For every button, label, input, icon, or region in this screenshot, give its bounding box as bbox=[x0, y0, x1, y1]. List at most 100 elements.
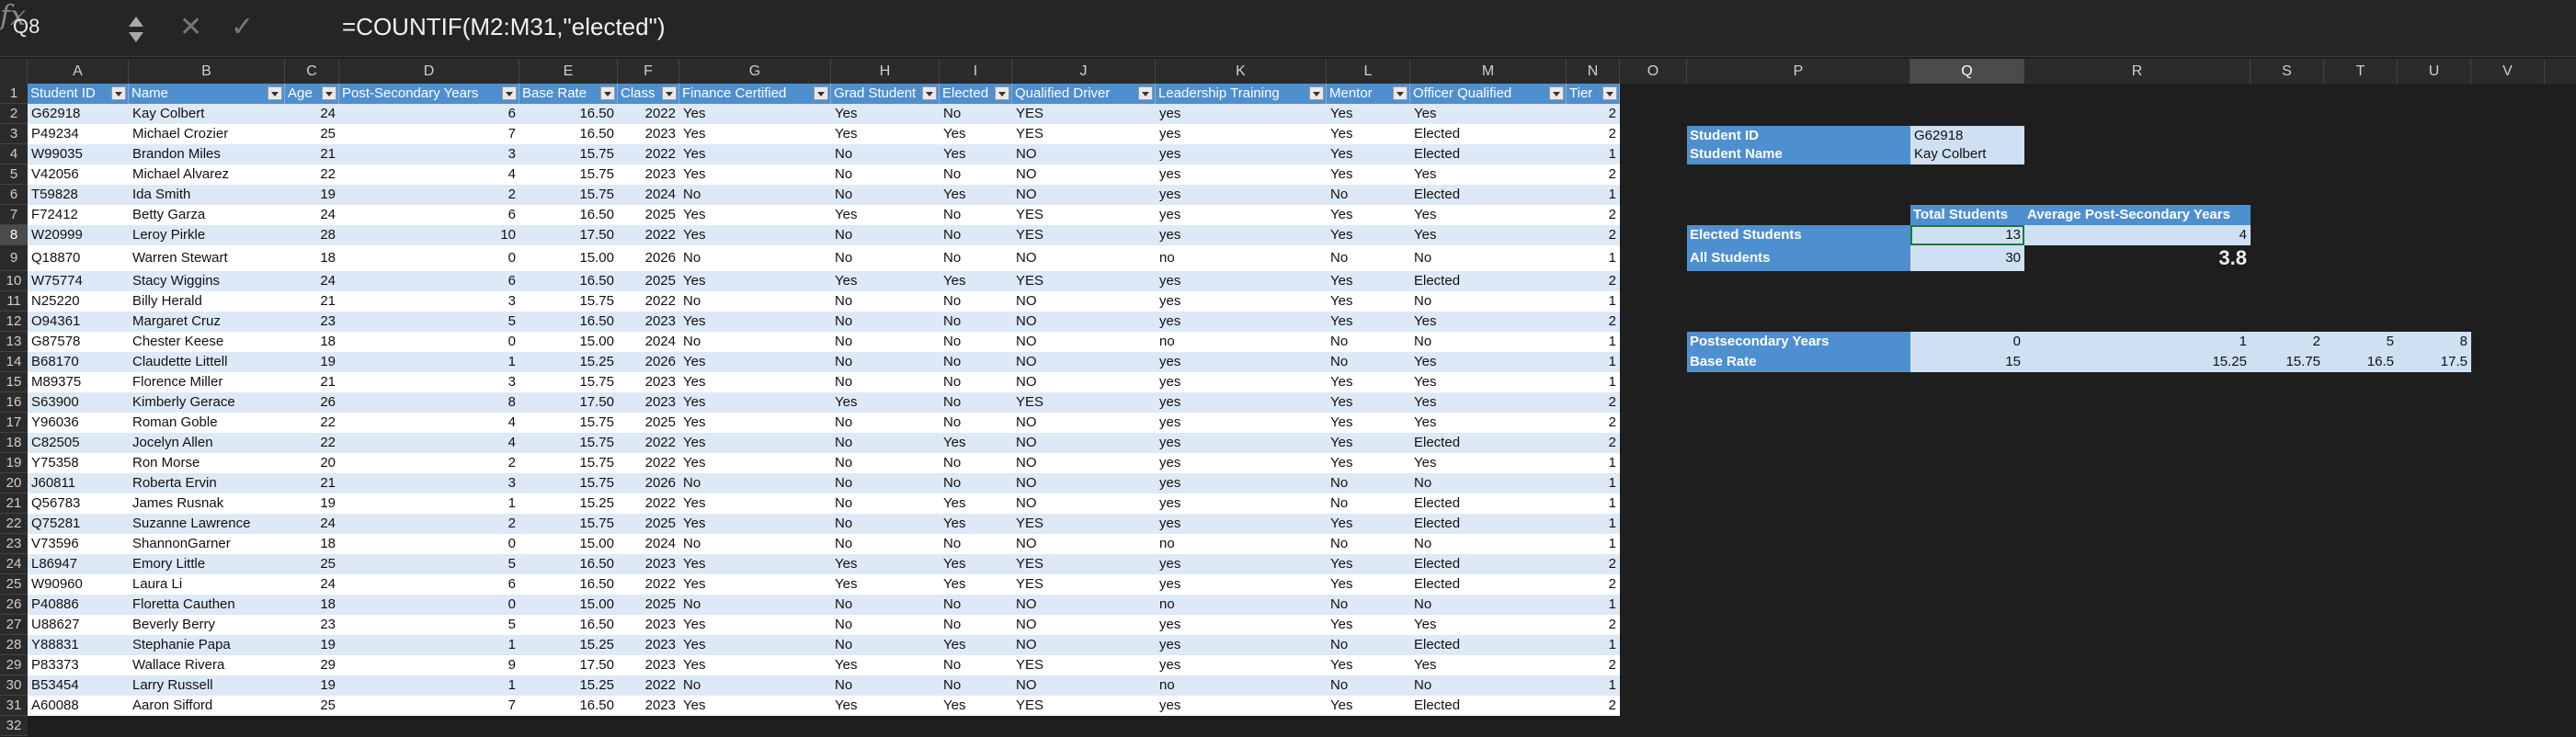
table-cell[interactable]: Margaret Cruz bbox=[129, 312, 285, 332]
table-cell[interactable]: 15.00 bbox=[519, 595, 618, 615]
table-cell[interactable]: 5 bbox=[339, 554, 519, 574]
table-cell[interactable]: 2026 bbox=[618, 352, 679, 372]
table-cell[interactable]: No bbox=[940, 312, 1012, 332]
filter-dropdown-icon[interactable] bbox=[1549, 86, 1564, 100]
table-cell[interactable]: yes bbox=[1156, 473, 1327, 493]
table-cell[interactable]: No bbox=[940, 352, 1012, 372]
table-cell[interactable]: No bbox=[831, 413, 940, 433]
table-cell[interactable]: 22 bbox=[285, 433, 339, 453]
cancel-icon[interactable]: ✕ bbox=[179, 11, 202, 43]
table-cell[interactable]: 1 bbox=[1567, 473, 1620, 493]
table-cell[interactable]: 21 bbox=[285, 144, 339, 164]
row-header-31[interactable]: 31 bbox=[0, 696, 28, 716]
table-cell[interactable]: W20999 bbox=[28, 225, 129, 245]
table-cell[interactable]: yes bbox=[1156, 271, 1327, 291]
table-cell[interactable]: Betty Garza bbox=[129, 205, 285, 225]
table-cell[interactable]: 2023 bbox=[618, 635, 679, 655]
table-cell[interactable]: W90960 bbox=[28, 574, 129, 595]
rate-table-years-cell[interactable]: 5 bbox=[2324, 332, 2398, 352]
table-header-cell[interactable]: Base Rate bbox=[519, 84, 618, 104]
table-cell[interactable]: NO bbox=[1012, 635, 1156, 655]
check-icon[interactable]: ✓ bbox=[231, 11, 254, 43]
table-cell[interactable]: 2 bbox=[1567, 312, 1620, 332]
table-cell[interactable]: 2025 bbox=[618, 413, 679, 433]
table-cell[interactable]: Y75358 bbox=[28, 453, 129, 473]
table-header-cell[interactable]: Mentor bbox=[1327, 84, 1410, 104]
table-cell[interactable]: Yes bbox=[1327, 514, 1410, 534]
table-cell[interactable]: NO bbox=[1012, 675, 1156, 696]
row-header-9[interactable]: 9 bbox=[0, 245, 28, 271]
table-cell[interactable]: Roberta Ervin bbox=[129, 473, 285, 493]
table-cell[interactable]: Yes bbox=[1327, 392, 1410, 413]
column-header-c[interactable]: C bbox=[285, 59, 339, 84]
table-cell[interactable]: NO bbox=[1012, 291, 1156, 312]
table-cell[interactable]: V42056 bbox=[28, 164, 129, 185]
column-header-q[interactable]: Q bbox=[1910, 59, 2024, 84]
table-cell[interactable]: yes bbox=[1156, 696, 1327, 716]
table-cell[interactable]: P49234 bbox=[28, 124, 129, 144]
table-cell[interactable]: 15.00 bbox=[519, 534, 618, 554]
table-cell[interactable]: No bbox=[1327, 185, 1410, 205]
filter-dropdown-icon[interactable] bbox=[268, 86, 282, 100]
student-id-value[interactable]: G62918 bbox=[1910, 126, 2024, 146]
table-cell[interactable]: YES bbox=[1012, 124, 1156, 144]
table-cell[interactable]: Yes bbox=[1410, 312, 1567, 332]
table-cell[interactable]: 2 bbox=[1567, 124, 1620, 144]
table-cell[interactable]: 2023 bbox=[618, 392, 679, 413]
table-header-cell[interactable]: Finance Certified bbox=[679, 84, 831, 104]
table-cell[interactable]: 2 bbox=[1567, 104, 1620, 124]
name-box[interactable]: Q8 bbox=[13, 15, 40, 39]
table-header-cell[interactable]: Age bbox=[285, 84, 339, 104]
table-cell[interactable]: 1 bbox=[1567, 245, 1620, 271]
table-cell[interactable]: No bbox=[1327, 534, 1410, 554]
table-cell[interactable]: 1 bbox=[1567, 595, 1620, 615]
table-cell[interactable]: No bbox=[940, 534, 1012, 554]
table-cell[interactable]: 24 bbox=[285, 574, 339, 595]
table-cell[interactable]: 2022 bbox=[618, 574, 679, 595]
table-cell[interactable]: No bbox=[1327, 473, 1410, 493]
table-cell[interactable]: NO bbox=[1012, 144, 1156, 164]
table-cell[interactable]: No bbox=[831, 144, 940, 164]
table-cell[interactable]: 3 bbox=[339, 473, 519, 493]
table-cell[interactable]: 2 bbox=[1567, 205, 1620, 225]
table-cell[interactable]: Kimberly Gerace bbox=[129, 392, 285, 413]
table-cell[interactable]: 1 bbox=[1567, 514, 1620, 534]
table-cell[interactable]: 18 bbox=[285, 245, 339, 271]
table-cell[interactable]: 24 bbox=[285, 271, 339, 291]
table-cell[interactable]: Yes bbox=[1327, 372, 1410, 392]
table-cell[interactable]: 21 bbox=[285, 372, 339, 392]
table-cell[interactable]: Leroy Pirkle bbox=[129, 225, 285, 245]
table-cell[interactable]: 2022 bbox=[618, 104, 679, 124]
column-header-s[interactable]: S bbox=[2251, 59, 2324, 84]
student-id-label[interactable]: Student ID bbox=[1687, 126, 1910, 146]
table-cell[interactable]: Yes bbox=[1327, 271, 1410, 291]
column-header-p[interactable]: P bbox=[1687, 59, 1910, 84]
column-header-v[interactable]: V bbox=[2471, 59, 2545, 84]
table-cell[interactable]: Floretta Cauthen bbox=[129, 595, 285, 615]
formula-input[interactable]: =COUNTIF(M2:M31,"elected") bbox=[342, 13, 665, 41]
table-cell[interactable]: 15.75 bbox=[519, 514, 618, 534]
table-cell[interactable]: 6 bbox=[339, 271, 519, 291]
column-header-e[interactable]: E bbox=[519, 59, 618, 84]
table-cell[interactable]: No bbox=[1327, 352, 1410, 372]
table-cell[interactable]: 1 bbox=[339, 493, 519, 514]
table-cell[interactable]: 22 bbox=[285, 413, 339, 433]
table-cell[interactable]: Elected bbox=[1410, 635, 1567, 655]
table-cell[interactable]: 2023 bbox=[618, 554, 679, 574]
table-cell[interactable]: 1 bbox=[1567, 675, 1620, 696]
table-cell[interactable]: Yes bbox=[1410, 655, 1567, 675]
table-cell[interactable]: YES bbox=[1012, 514, 1156, 534]
table-cell[interactable]: yes bbox=[1156, 164, 1327, 185]
table-cell[interactable]: 6 bbox=[339, 205, 519, 225]
table-cell[interactable]: 2 bbox=[1567, 655, 1620, 675]
table-cell[interactable]: YES bbox=[1012, 574, 1156, 595]
table-cell[interactable]: yes bbox=[1156, 291, 1327, 312]
filter-dropdown-icon[interactable] bbox=[995, 86, 1009, 100]
table-cell[interactable]: Ron Morse bbox=[129, 453, 285, 473]
table-cell[interactable]: 2026 bbox=[618, 473, 679, 493]
filter-dropdown-icon[interactable] bbox=[1602, 86, 1617, 100]
table-cell[interactable]: No bbox=[940, 453, 1012, 473]
row-header-6[interactable]: 6 bbox=[0, 185, 28, 205]
table-cell[interactable]: Wallace Rivera bbox=[129, 655, 285, 675]
table-cell[interactable]: Yes bbox=[679, 635, 831, 655]
